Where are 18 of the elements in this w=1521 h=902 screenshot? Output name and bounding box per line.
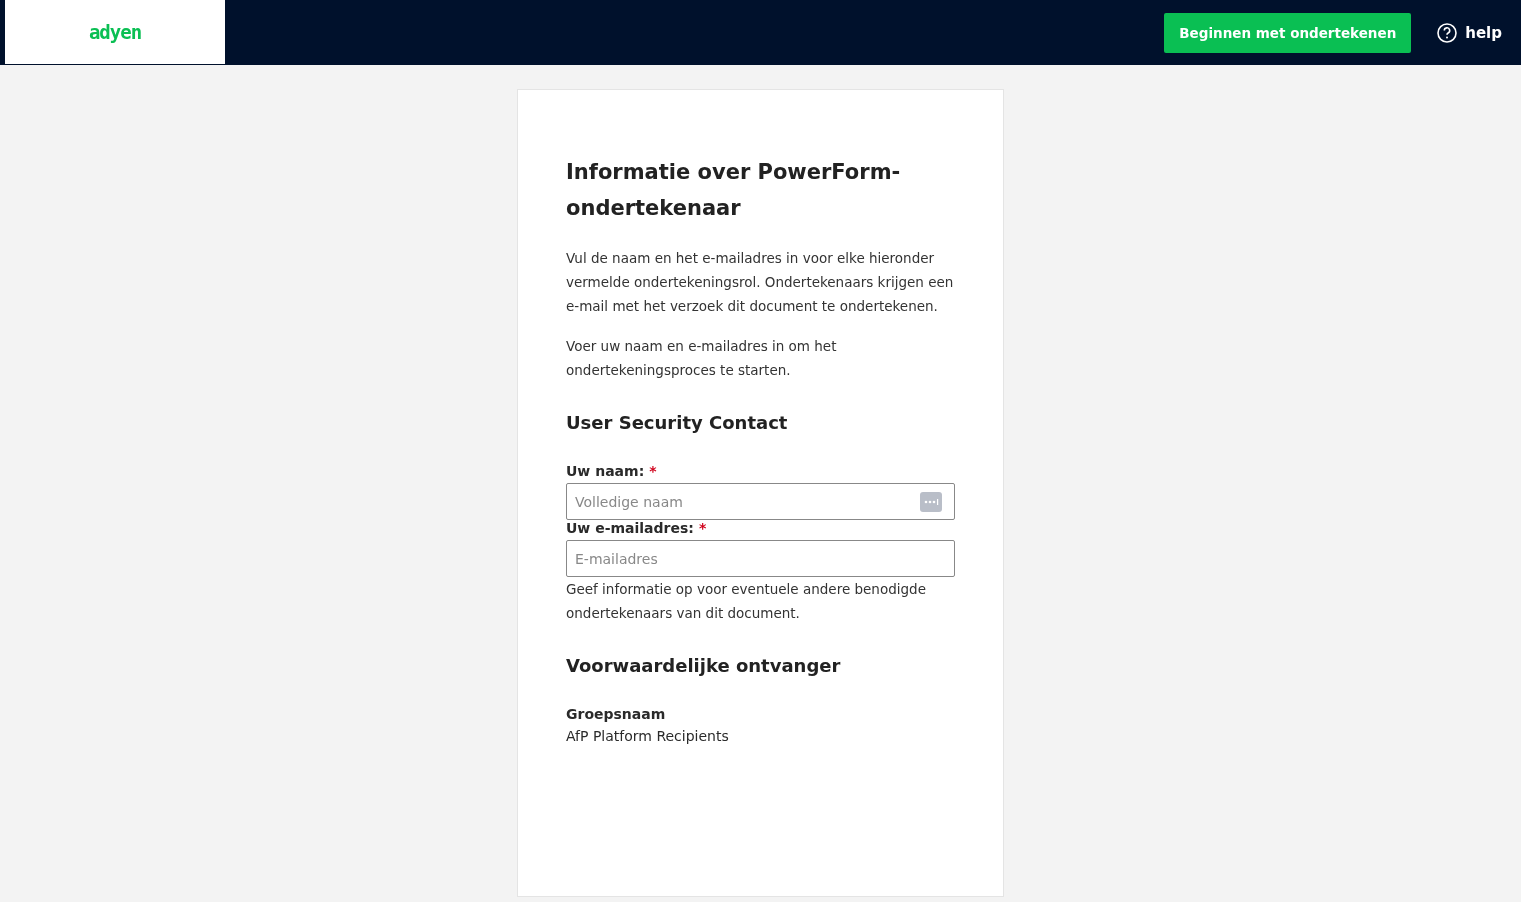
field-label: Uw e-mailadres:	[566, 520, 694, 536]
field-label: Uw naam:	[566, 463, 645, 479]
required-mark: *	[649, 463, 657, 479]
intro-paragraph: Vul de naam en het e-mailadres in voor elke hieronder vermelde ondertekeningsrol. Ondertekenaars krijgen een e-mail met het verzoek dit document te ondertekenen.	[566, 249, 955, 316]
role-title: User Security Contact	[566, 412, 789, 433]
form-title: Informatie over PowerForm-ondertekenaar	[566, 159, 902, 222]
email-field[interactable]: E-mailadres	[566, 540, 955, 577]
help-link[interactable]: help	[1437, 22, 1502, 43]
name-field[interactable]: Volledige naam	[566, 483, 955, 520]
autofill-icon[interactable]	[920, 492, 942, 512]
group-label: Groepsnaam	[566, 706, 667, 722]
help-icon	[1437, 22, 1458, 43]
required-mark: *	[698, 520, 707, 536]
other-signers-paragraph: Geef informatie op voor eventuele andere benodigde ondertekenaars van dit document.	[566, 580, 927, 623]
intro-paragraph: Voer uw naam en e-mailadres in om het ondertekeningsproces te starten.	[566, 337, 838, 380]
group-value: AfP Platform Recipients	[566, 728, 730, 744]
recipient-title: Voorwaardelijke ontvanger	[566, 655, 842, 676]
logo: adyen	[88, 21, 142, 43]
